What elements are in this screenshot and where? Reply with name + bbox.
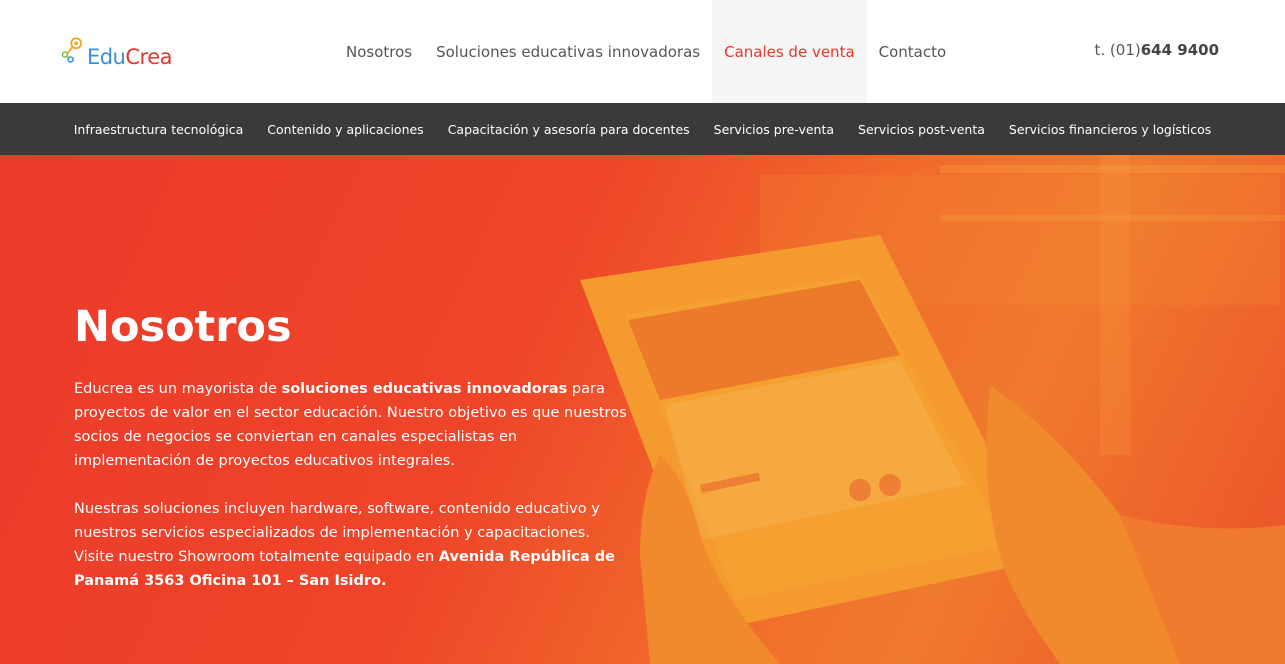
sub-nav: Infraestructura tecnológica Contenido y …: [0, 103, 1285, 155]
brand-name-edu: Edu: [86, 45, 126, 69]
nav-item-soluciones[interactable]: Soluciones educativas innovadoras: [424, 0, 712, 103]
subnav-item-contenido[interactable]: Contenido y aplicaciones: [255, 122, 435, 137]
brand-name: EduCrea: [86, 45, 173, 69]
subnav-item-financieros[interactable]: Servicios financieros y logísticos: [997, 122, 1223, 137]
hero-title: Nosotros: [74, 302, 292, 352]
nav-item-contacto[interactable]: Contacto: [867, 0, 959, 103]
subnav-item-pre-venta[interactable]: Servicios pre-venta: [702, 122, 846, 137]
hero-text: Educrea es un mayorista de soluciones ed…: [74, 377, 634, 617]
site-header: EduCrea Nosotros Soluciones educativas i…: [0, 0, 1285, 103]
magnifier-molecule-icon: [61, 37, 83, 63]
hero-p1-text-a: Educrea es un mayorista de: [74, 381, 282, 397]
subnav-item-post-venta[interactable]: Servicios post-venta: [846, 122, 997, 137]
hero-paragraph-1: Educrea es un mayorista de soluciones ed…: [74, 377, 634, 473]
hero-paragraph-2: Nuestras soluciones incluyen hardware, s…: [74, 497, 634, 593]
phone-digits: 644 9400: [1140, 41, 1219, 59]
hero-p1-highlight: soluciones educativas innovadoras: [281, 381, 568, 397]
phone-prefix: t. (01): [1094, 41, 1141, 59]
main-nav: Nosotros Soluciones educativas innovador…: [334, 0, 958, 103]
nav-item-nosotros[interactable]: Nosotros: [334, 0, 424, 103]
subnav-item-capacitacion[interactable]: Capacitación y asesoría para docentes: [436, 122, 702, 137]
educrea-logo[interactable]: EduCrea: [60, 28, 172, 76]
hero-section: Nosotros Educrea es un mayorista de solu…: [0, 155, 1285, 664]
subnav-item-infraestructura[interactable]: Infraestructura tecnológica: [62, 122, 256, 137]
brand-name-crea: Crea: [125, 45, 172, 69]
nav-item-canales-de-venta[interactable]: Canales de venta: [712, 0, 867, 103]
phone-number[interactable]: t. (01)644 9400: [1095, 41, 1220, 59]
